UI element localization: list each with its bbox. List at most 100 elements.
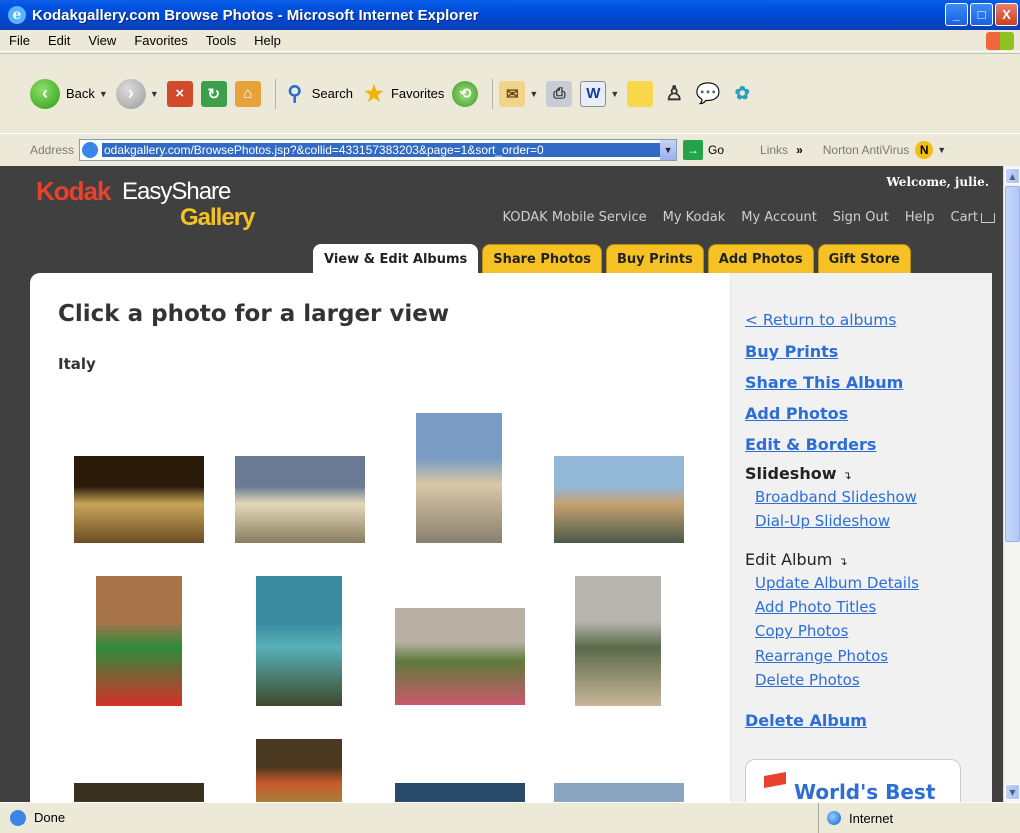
slideshow-heading: Slideshow ↴ [745,464,852,483]
go-button[interactable]: → Go [683,139,724,160]
edit-album-heading-label: Edit Album [745,550,833,569]
links-chevron-icon[interactable]: » [796,143,803,157]
tab-add-photos[interactable]: Add Photos [707,244,814,274]
favorites-button[interactable]: ★ Favorites [361,77,444,111]
photo-row4-b[interactable] [395,783,525,802]
menu-help[interactable]: Help [245,33,290,48]
menu-edit[interactable]: Edit [39,33,79,48]
photo-colonnade-sky[interactable] [235,456,365,543]
tab-share-photos[interactable]: Share Photos [482,244,602,274]
buy-prints-link[interactable]: Buy Prints [745,342,838,361]
print-icon[interactable]: ⎙ [546,80,573,107]
favorites-label: Favorites [390,86,445,101]
nav-cart[interactable]: Cart [950,210,995,225]
photo-cafe-street[interactable] [395,608,525,705]
norton-dropdown-icon[interactable]: ▼ [937,145,946,155]
scroll-up-icon[interactable]: ▲ [1005,168,1020,184]
word-edit-icon[interactable]: W [580,80,607,107]
forward-arrow-icon: › [115,78,146,109]
ie-logo-icon: e [8,6,26,24]
edit-dropdown-icon: ▼ [610,88,620,99]
photo-row4-a[interactable] [74,783,204,802]
vertical-scrollbar[interactable]: ▲ ▼ [1003,166,1020,802]
photo-castel-santangelo[interactable] [554,456,684,543]
tab-gift-store[interactable]: Gift Store [817,244,911,274]
back-dropdown-icon: ▼ [98,88,108,99]
copy-photos-link[interactable]: Copy Photos [755,622,848,640]
menu-tools[interactable]: Tools [197,33,245,48]
nav-sign-out[interactable]: Sign Out [833,210,889,225]
edit-borders-link[interactable]: Edit & Borders [745,435,876,454]
add-photos-link[interactable]: Add Photos [745,404,848,423]
security-zone: Internet [818,803,1020,833]
refresh-icon[interactable]: ↻ [200,80,227,107]
home-icon[interactable]: ⌂ [234,80,261,107]
address-label: Address [30,142,75,157]
mail-icon[interactable]: ✉ [499,80,526,107]
note-icon[interactable] [627,80,654,107]
edit-album-expand-icon: ↴ [838,555,848,568]
search-label: Search [311,86,353,101]
back-arrow-icon: ‹ [30,78,60,109]
nav-my-kodak[interactable]: My Kodak [663,210,726,225]
search-button[interactable]: ⚲ Search [282,77,353,111]
norton-label: Norton AntiVirus [822,142,910,157]
dialup-slideshow-link[interactable]: Dial-Up Slideshow [755,512,890,530]
cart-label: Cart [950,210,979,225]
discuss-icon[interactable]: 💬 [695,81,721,107]
maximize-button[interactable]: □ [970,3,993,26]
norton-shield-icon[interactable]: N [915,140,934,159]
links-label[interactable]: Links [760,143,788,157]
share-album-link[interactable]: Share This Album [745,373,903,392]
welcome-message: Welcome, julie. [886,175,989,189]
nav-help[interactable]: Help [905,210,935,225]
album-sidebar: < Return to albums Buy Prints Share This… [730,273,992,802]
scroll-thumb[interactable] [1005,186,1020,542]
promo-flag-icon [764,772,786,788]
delete-album-link[interactable]: Delete Album [745,711,867,730]
nav-my-account[interactable]: My Account [741,210,817,225]
minimize-button[interactable]: _ [945,3,968,26]
photo-coastal-cliffs[interactable] [256,576,342,706]
stop-icon[interactable]: × [166,80,193,107]
windows-logo-icon [986,32,1014,50]
star-icon: ★ [364,80,384,106]
photo-italian-flag[interactable] [96,576,182,706]
nav-mobile-service[interactable]: KODAK Mobile Service [502,210,646,225]
history-icon[interactable]: ⟲ [452,80,479,107]
photo-row4-c[interactable] [554,783,684,802]
photo-st-peters-square[interactable] [416,413,502,543]
scroll-down-icon[interactable]: ▼ [1005,784,1020,800]
photo-vittoriano-night[interactable] [74,456,204,543]
menu-view[interactable]: View [79,33,125,48]
kodak-logo[interactable]: Kodak [36,176,111,207]
return-to-albums-link[interactable]: < Return to albums [745,311,896,329]
zone-label: Internet [849,810,894,826]
edit-album-heading: Edit Album ↴ [745,550,848,569]
tab-buy-prints[interactable]: Buy Prints [606,244,704,274]
menu-file[interactable]: File [0,33,39,48]
forward-dropdown-icon: ▼ [149,88,159,99]
close-button[interactable]: X [995,3,1018,26]
address-input[interactable]: odakgallery.com/BrowsePhotos.jsp?&collid… [79,138,678,161]
window-title: Kodakgallery.com Browse Photos - Microso… [32,6,479,24]
address-dropdown-icon[interactable]: ▼ [660,139,677,160]
update-album-details-link[interactable]: Update Album Details [755,574,919,592]
back-button[interactable]: ‹ Back ▼ [30,77,108,111]
delete-photos-link[interactable]: Delete Photos [755,671,860,689]
address-url[interactable]: odakgallery.com/BrowsePhotos.jsp?&collid… [101,142,661,157]
rearrange-photos-link[interactable]: Rearrange Photos [755,647,888,665]
tab-view-edit-albums[interactable]: View & Edit Albums [313,244,479,274]
page-favicon-icon [82,141,98,158]
broadband-slideshow-link[interactable]: Broadband Slideshow [755,488,917,506]
research-icon[interactable]: ✿ [729,81,755,107]
promo-box[interactable]: World's Best [745,759,961,802]
menu-favorites[interactable]: Favorites [125,33,196,48]
album-title: Italy [58,355,96,373]
photo-positano-hillside[interactable] [575,576,661,706]
forward-button[interactable]: › ▼ [115,77,159,111]
messenger-icon[interactable]: ♙ [661,81,687,107]
go-arrow-icon: → [683,139,704,160]
photo-market-produce[interactable] [256,739,342,802]
add-photo-titles-link[interactable]: Add Photo Titles [755,598,876,616]
